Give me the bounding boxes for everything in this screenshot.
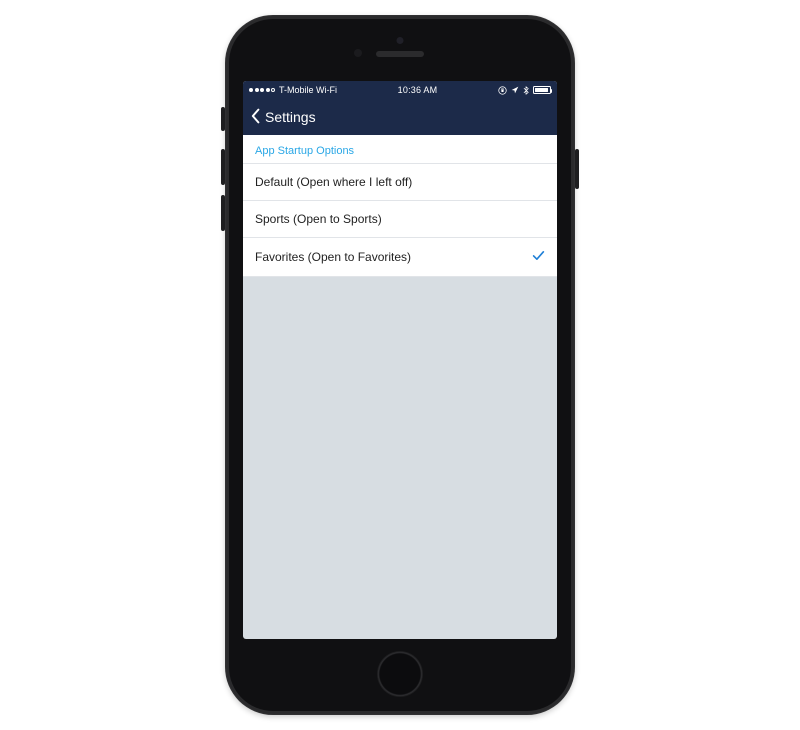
status-left: T-Mobile Wi-Fi bbox=[249, 85, 337, 95]
checkmark-icon bbox=[532, 249, 545, 265]
carrier-label: T-Mobile Wi-Fi bbox=[279, 85, 337, 95]
signal-strength-icon bbox=[249, 88, 275, 92]
proximity-sensor bbox=[354, 49, 362, 57]
location-icon bbox=[511, 86, 519, 94]
orientation-lock-icon bbox=[498, 86, 507, 95]
nav-bar: Settings bbox=[243, 99, 557, 135]
power-button bbox=[575, 149, 579, 189]
volume-up-button bbox=[221, 149, 225, 185]
back-chevron-icon[interactable] bbox=[249, 108, 263, 127]
section-header: App Startup Options bbox=[243, 135, 557, 164]
bluetooth-icon bbox=[523, 86, 529, 95]
option-favorites[interactable]: Favorites (Open to Favorites) bbox=[243, 238, 557, 277]
option-label: Favorites (Open to Favorites) bbox=[255, 250, 411, 264]
option-sports[interactable]: Sports (Open to Sports) bbox=[243, 201, 557, 238]
mute-switch bbox=[221, 107, 225, 131]
option-default[interactable]: Default (Open where I left off) bbox=[243, 164, 557, 201]
status-right bbox=[498, 86, 551, 95]
phone-bezel: T-Mobile Wi-Fi 10:36 AM bbox=[229, 19, 571, 711]
home-button[interactable] bbox=[377, 651, 423, 697]
front-camera bbox=[397, 37, 404, 44]
option-label: Sports (Open to Sports) bbox=[255, 212, 382, 226]
status-bar: T-Mobile Wi-Fi 10:36 AM bbox=[243, 81, 557, 99]
phone-frame: T-Mobile Wi-Fi 10:36 AM bbox=[225, 15, 575, 715]
status-time: 10:36 AM bbox=[398, 85, 438, 95]
volume-down-button bbox=[221, 195, 225, 231]
option-label: Default (Open where I left off) bbox=[255, 175, 412, 189]
earpiece-speaker bbox=[376, 51, 424, 57]
back-button-label[interactable]: Settings bbox=[265, 109, 316, 125]
battery-icon bbox=[533, 86, 551, 94]
screen: T-Mobile Wi-Fi 10:36 AM bbox=[243, 81, 557, 639]
